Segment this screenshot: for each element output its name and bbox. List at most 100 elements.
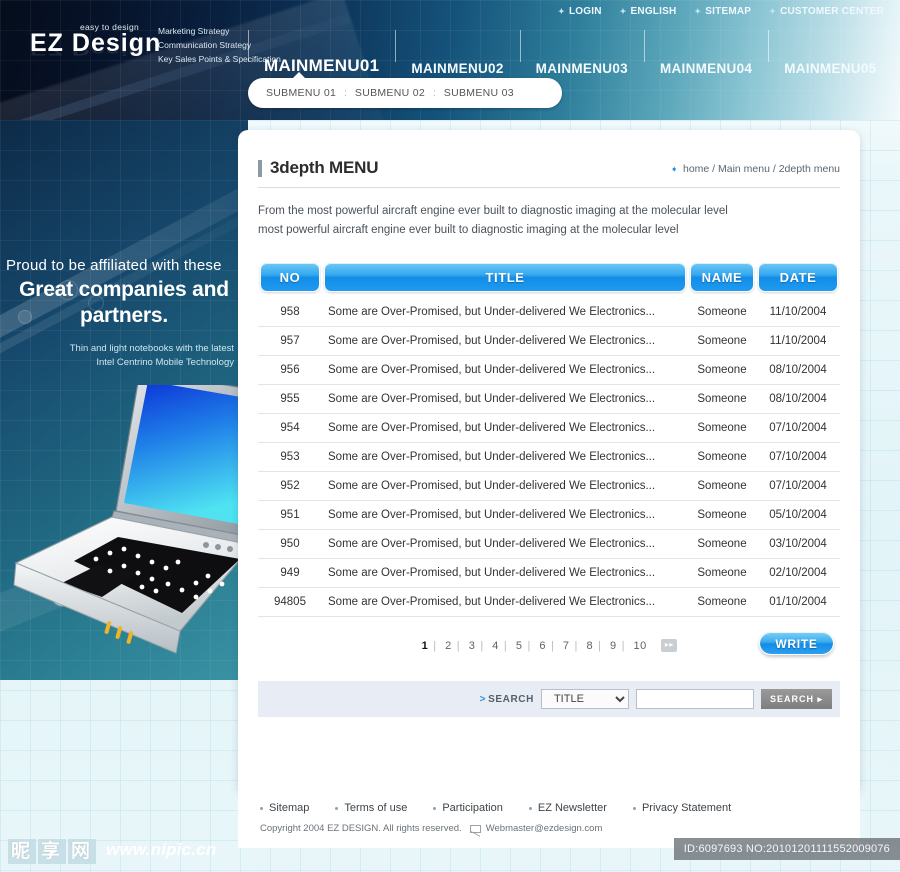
table-row[interactable]: 951 Some are Over-Promised, but Under-de…	[258, 500, 840, 531]
cell-no: 954	[258, 413, 322, 444]
table-row[interactable]: 952 Some are Over-Promised, but Under-de…	[258, 471, 840, 502]
cell-title[interactable]: Some are Over-Promised, but Under-delive…	[322, 529, 688, 560]
cell-title[interactable]: Some are Over-Promised, but Under-delive…	[322, 587, 688, 618]
cell-no: 956	[258, 355, 322, 386]
bullet-icon: ✦	[694, 6, 702, 16]
main-nav-item-mainmenu02[interactable]: MAINMENU02	[395, 30, 519, 82]
footer-link-label: EZ Newsletter	[537, 802, 607, 814]
logo-tagline: easy to design	[80, 22, 140, 32]
footer-link-sitemap[interactable]: Sitemap	[260, 802, 309, 814]
footer-email-link[interactable]: Webmaster@ezdesign.com	[469, 823, 603, 834]
cell-title[interactable]: Some are Over-Promised, but Under-delive…	[322, 442, 688, 473]
page-link-1[interactable]: 1	[421, 640, 430, 652]
sub-nav-item-submenu03[interactable]: SUBMENU 03	[444, 87, 514, 99]
table-row[interactable]: 953 Some are Over-Promised, but Under-de…	[258, 442, 840, 473]
column-header-name-button[interactable]: NAME	[690, 261, 754, 292]
page-link-9[interactable]: 9	[609, 640, 618, 652]
table-row[interactable]: 956 Some are Over-Promised, but Under-de…	[258, 355, 840, 386]
main-nav-item-mainmenu01[interactable]: MAINMENU01	[248, 30, 395, 82]
cell-name: Someone	[688, 587, 756, 618]
page-separator: |	[480, 639, 484, 652]
sub-nav-pointer-icon	[292, 72, 306, 79]
page-link-2[interactable]: 2	[444, 640, 453, 652]
main-nav-item-mainmenu03[interactable]: MAINMENU03	[519, 30, 644, 82]
search-input[interactable]	[635, 689, 754, 710]
column-header-no: NO	[258, 261, 322, 298]
table-row[interactable]: 954 Some are Over-Promised, but Under-de…	[258, 413, 840, 444]
cell-title[interactable]: Some are Over-Promised, but Under-delive…	[322, 558, 688, 589]
utility-nav-item-customer-center[interactable]: ✦ CUSTOMER CENTER	[769, 6, 884, 17]
cell-date: 05/10/2004	[756, 500, 840, 531]
sub-nav-item-submenu01[interactable]: SUBMENU 01	[266, 87, 336, 99]
footer-link-participation[interactable]: Participation	[433, 802, 503, 814]
footer-link-ez-newsletter[interactable]: EZ Newsletter	[528, 802, 607, 814]
main-nav-label: MAINMENU03	[535, 61, 628, 76]
logo-reflection: EZ Design	[30, 50, 148, 57]
site-logo[interactable]: easy to design EZ Design EZ Design Marke…	[30, 22, 281, 70]
search-field-select[interactable]: TITLE NAME CONTENT	[540, 689, 629, 710]
cell-title[interactable]: Some are Over-Promised, but Under-delive…	[322, 326, 688, 357]
cell-date: 08/10/2004	[756, 384, 840, 415]
double-chevron-right-icon[interactable]: ▸▸	[661, 639, 678, 653]
breadcrumb-text: home / Main menu / 2depth menu	[682, 163, 840, 175]
cell-title[interactable]: Some are Over-Promised, but Under-delive…	[322, 355, 688, 386]
bullet-icon: ✦	[558, 6, 565, 16]
page-link-6[interactable]: 6	[538, 640, 547, 652]
cell-title[interactable]: Some are Over-Promised, but Under-delive…	[322, 297, 688, 328]
write-button[interactable]: WRITE	[759, 631, 834, 656]
post-list-table: NO TITLE NAME DATE 958 Some are Over-Pro…	[258, 261, 840, 618]
search-button[interactable]: SEARCH ▸	[760, 689, 832, 710]
table-row[interactable]: 955 Some are Over-Promised, but Under-de…	[258, 384, 840, 415]
utility-nav-item-sitemap[interactable]: ✦ SITEMAP	[694, 6, 751, 17]
utility-nav-label: LOGIN	[568, 6, 602, 17]
column-header-date-button[interactable]: DATE	[758, 261, 838, 292]
column-header-title-button[interactable]: TITLE	[324, 261, 686, 292]
utility-nav-item-login[interactable]: ✦ LOGIN	[558, 6, 602, 17]
page-link-5[interactable]: 5	[515, 640, 524, 652]
page-link-4[interactable]: 4	[491, 640, 500, 652]
page-link-3[interactable]: 3	[468, 640, 477, 652]
cell-name: Someone	[688, 384, 756, 415]
nav-divider	[248, 30, 249, 62]
footer-link-terms-of-use[interactable]: Terms of use	[335, 802, 407, 814]
table-row[interactable]: 94805 Some are Over-Promised, but Under-…	[258, 587, 840, 618]
sub-nav: SUBMENU 01 : SUBMENU 02 : SUBMENU 03	[248, 72, 562, 108]
table-row[interactable]: 950 Some are Over-Promised, but Under-de…	[258, 529, 840, 560]
page-link-8[interactable]: 8	[585, 640, 594, 652]
footer-email-text: Webmaster@ezdesign.com	[485, 823, 603, 834]
footer-link-privacy-statement[interactable]: Privacy Statement	[632, 802, 731, 814]
promo-line-1: Proud to be affiliated with these	[6, 257, 222, 274]
utility-nav-item-english[interactable]: ✦ ENGLISH	[620, 6, 677, 17]
table-row[interactable]: 949 Some are Over-Promised, but Under-de…	[258, 558, 840, 589]
cell-title[interactable]: Some are Over-Promised, but Under-delive…	[322, 471, 688, 502]
page-link-7[interactable]: 7	[562, 640, 571, 652]
cell-title[interactable]: Some are Over-Promised, but Under-delive…	[322, 413, 688, 444]
cell-title[interactable]: Some are Over-Promised, but Under-delive…	[322, 384, 688, 415]
promo-sub-1: Thin and light notebooks with the latest	[69, 342, 234, 354]
content-header: 3depth MENU ➧ home / Main menu / 2depth …	[258, 158, 840, 178]
utility-nav-label: SITEMAP	[705, 6, 752, 17]
main-nav-item-mainmenu04[interactable]: MAINMENU04	[643, 30, 768, 82]
main-nav-label: MAINMENU04	[659, 61, 753, 76]
sub-nav-item-submenu02[interactable]: SUBMENU 02	[355, 87, 425, 99]
main-nav-item-mainmenu05[interactable]: MAINMENU05	[768, 30, 892, 82]
nav-divider	[395, 30, 397, 62]
page-link-10[interactable]: 10	[633, 640, 648, 652]
cell-no: 949	[258, 558, 322, 589]
promo-line-3: Thin and light notebooks with the latest…	[0, 342, 248, 371]
table-head: NO TITLE NAME DATE	[258, 261, 840, 298]
table-row[interactable]: 958 Some are Over-Promised, but Under-de…	[258, 297, 840, 328]
cell-name: Someone	[688, 355, 756, 386]
main-nav-label: MAINMENU02	[411, 61, 504, 76]
bullet-icon: ✦	[769, 6, 777, 16]
column-header-name: NAME	[688, 261, 756, 298]
footer-links: Sitemap Terms of use Participation EZ Ne…	[260, 802, 838, 814]
arrow-right-icon: ➧	[670, 163, 678, 174]
bullet-icon: ✦	[619, 6, 627, 16]
logo-mark: easy to design EZ Design EZ Design	[30, 22, 160, 70]
cell-title[interactable]: Some are Over-Promised, but Under-delive…	[322, 500, 688, 531]
utility-nav-label: ENGLISH	[630, 6, 677, 17]
table-row[interactable]: 957 Some are Over-Promised, but Under-de…	[258, 326, 840, 357]
column-header-no-button[interactable]: NO	[260, 261, 320, 292]
page-separator: |	[433, 639, 437, 652]
